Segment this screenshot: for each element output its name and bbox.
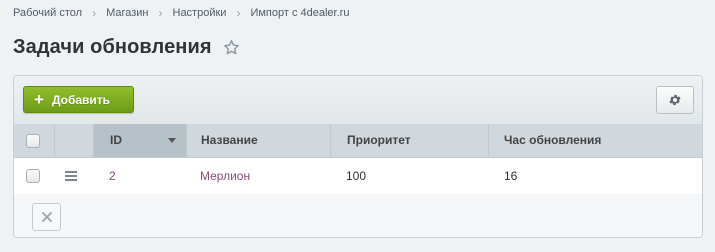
- settings-button[interactable]: [656, 86, 694, 114]
- table-row[interactable]: 2 Мерлион 100 16: [14, 158, 702, 195]
- grid-panel: + Добавить ID Название Приоритет Час обн…: [13, 75, 703, 238]
- table-header: ID Название Приоритет Час обновления: [14, 124, 702, 158]
- title-row: Задачи обновления: [13, 36, 240, 59]
- row-id[interactable]: 2: [109, 158, 116, 194]
- breadcrumb-item-shop[interactable]: Магазин: [106, 7, 148, 19]
- row-priority: 100: [346, 169, 367, 183]
- row-name[interactable]: Мерлион: [200, 158, 250, 194]
- row-hour: 16: [504, 169, 518, 183]
- column-header-hour[interactable]: Час обновления: [488, 124, 702, 157]
- breadcrumb-item-desktop[interactable]: Рабочий стол: [13, 7, 82, 19]
- chevron-right-icon: ›: [92, 5, 97, 20]
- add-button-label: Добавить: [51, 92, 111, 107]
- hamburger-icon[interactable]: [65, 171, 77, 181]
- chevron-right-icon: ›: [158, 5, 163, 20]
- chevron-right-icon: ›: [236, 5, 241, 20]
- star-icon[interactable]: [223, 39, 240, 56]
- add-button[interactable]: + Добавить: [23, 86, 134, 113]
- grid-footer: [14, 194, 702, 237]
- row-checkbox[interactable]: [26, 169, 40, 183]
- column-header-priority[interactable]: Приоритет: [330, 124, 488, 157]
- grid-toolbar: + Добавить: [14, 76, 702, 124]
- gear-icon: [669, 94, 681, 106]
- column-header-id-label: ID: [110, 133, 122, 147]
- plus-icon: +: [34, 89, 44, 109]
- actions-column-header: [54, 124, 93, 157]
- close-icon: [41, 212, 52, 222]
- column-header-hour-label: Час обновления: [504, 133, 602, 147]
- column-header-priority-label: Приоритет: [347, 133, 411, 147]
- delete-button[interactable]: [32, 203, 61, 231]
- column-header-name[interactable]: Название: [186, 124, 330, 157]
- column-header-name-label: Название: [201, 133, 258, 147]
- select-all-cell: [14, 124, 54, 157]
- breadcrumb: Рабочий стол › Магазин › Настройки › Имп…: [13, 6, 349, 20]
- page-title: Задачи обновления: [13, 36, 212, 58]
- column-header-id[interactable]: ID: [93, 124, 186, 157]
- sort-down-icon: [168, 138, 176, 143]
- breadcrumb-item-settings[interactable]: Настройки: [173, 7, 227, 19]
- select-all-checkbox[interactable]: [26, 134, 40, 148]
- breadcrumb-item-import[interactable]: Импорт с 4dealer.ru: [250, 7, 349, 19]
